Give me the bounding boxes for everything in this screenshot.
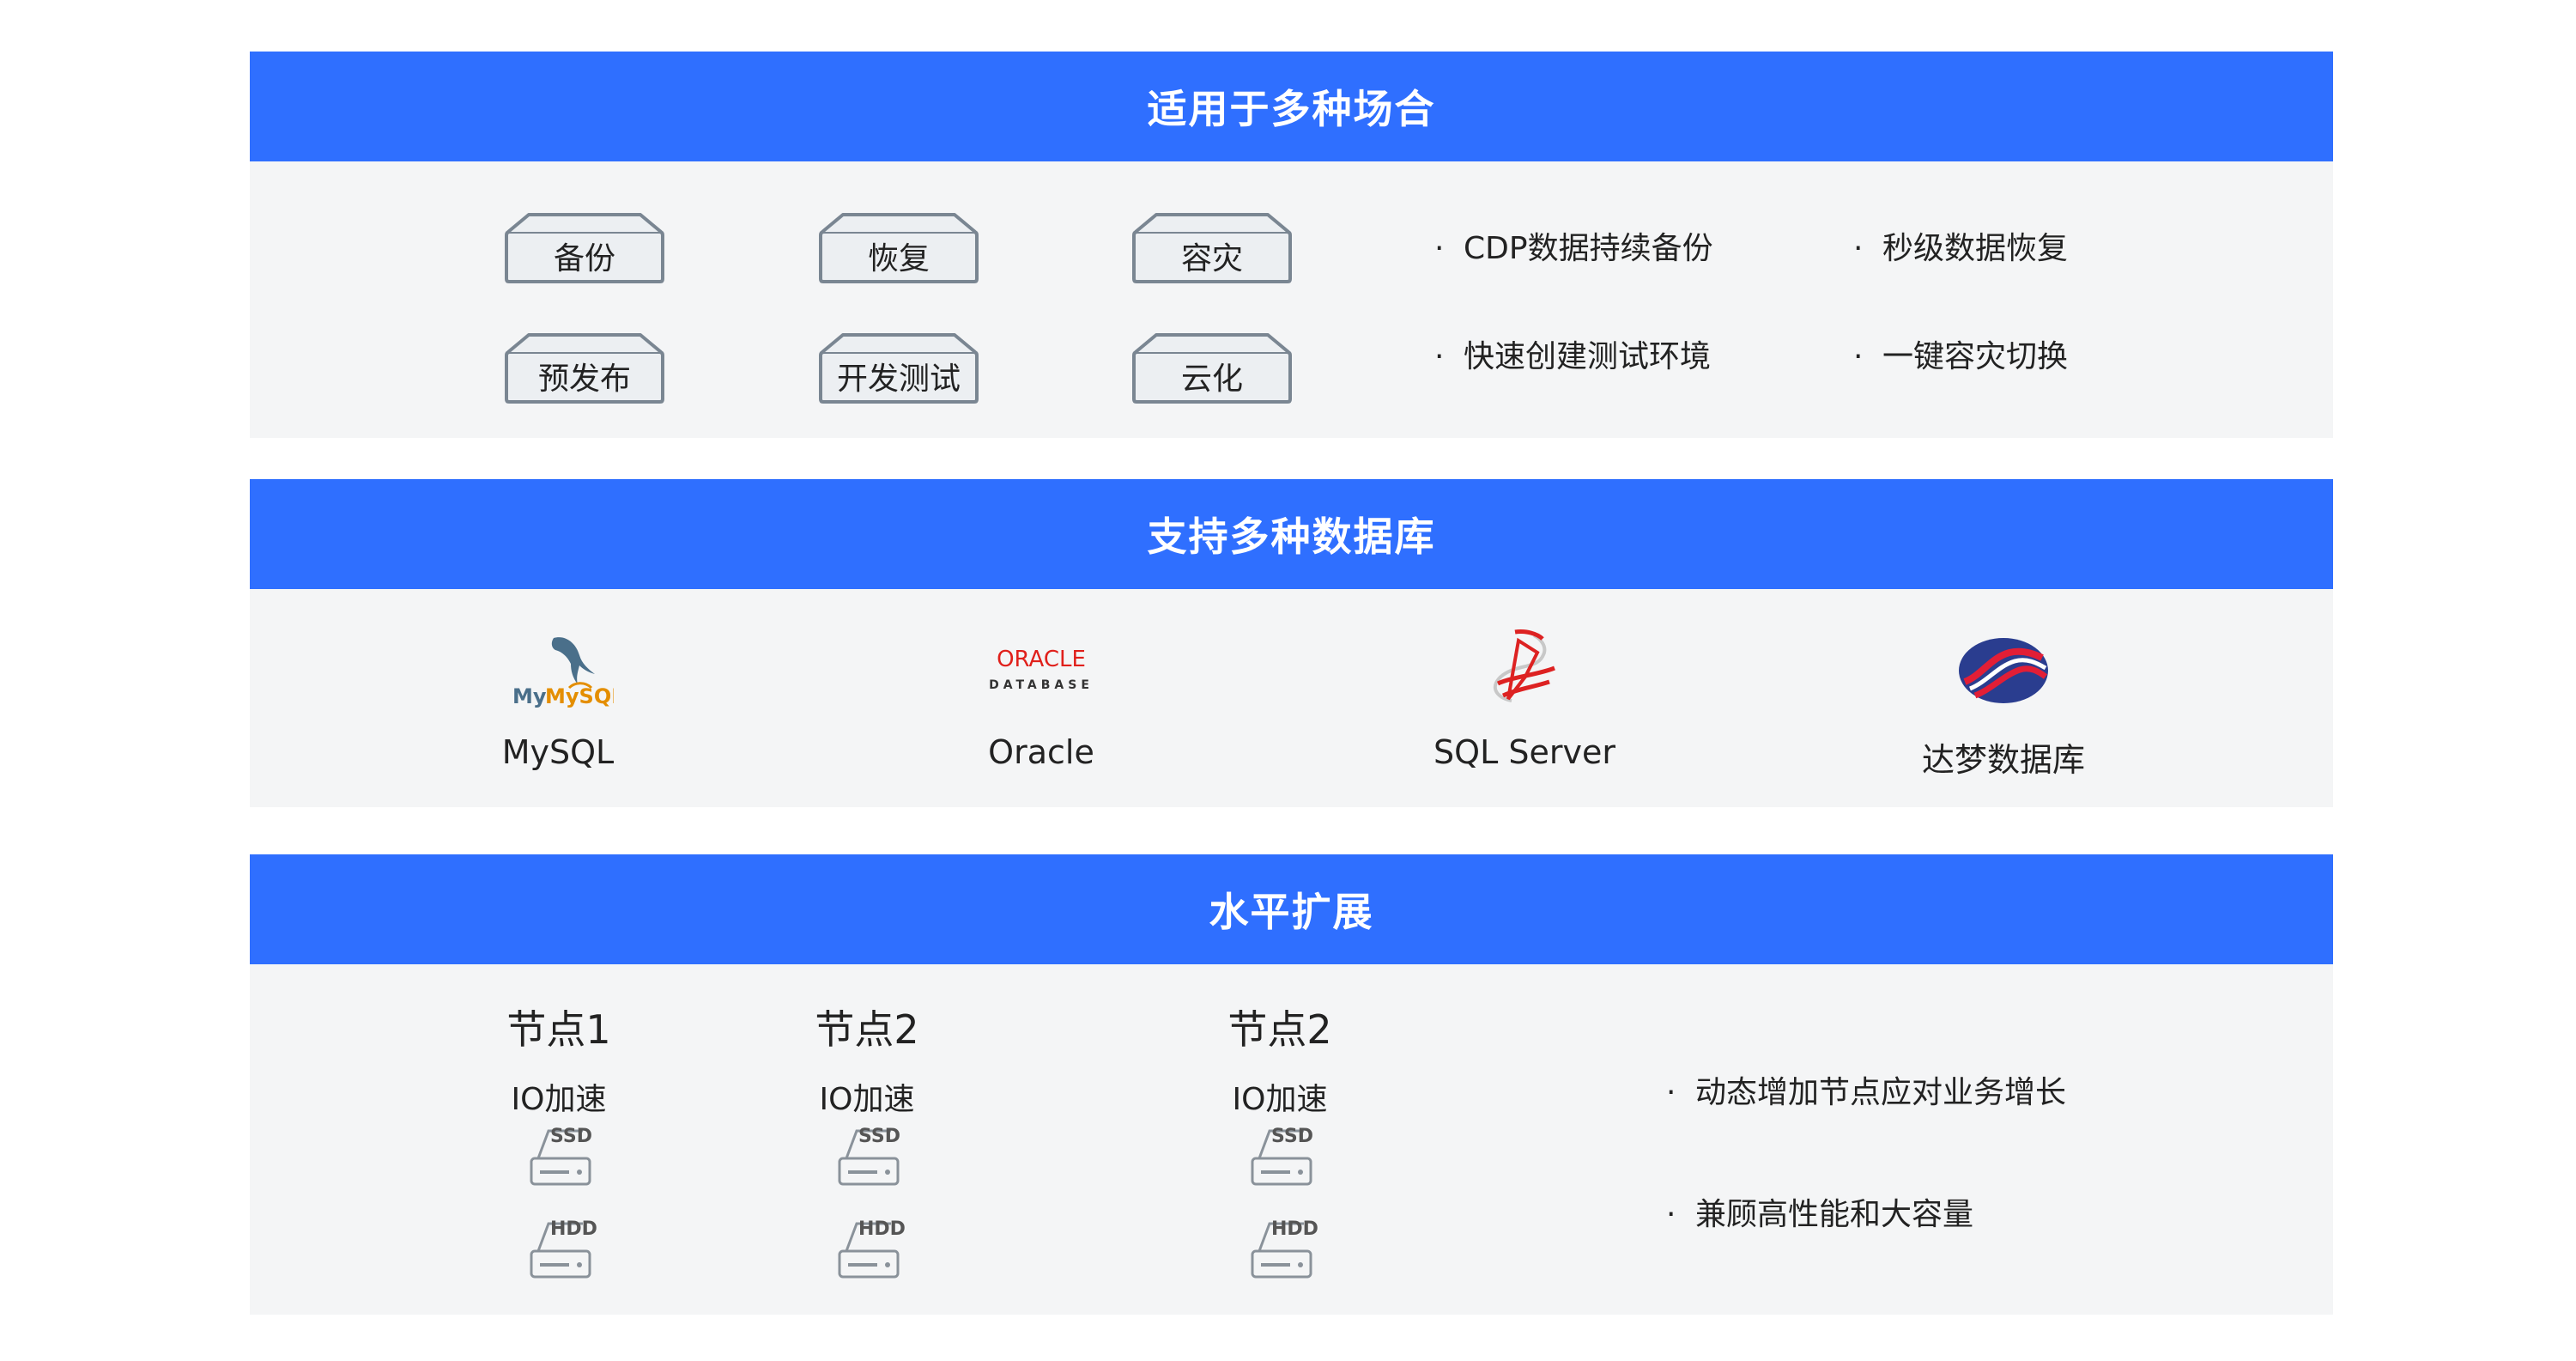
db-name: Oracle xyxy=(988,733,1094,771)
mysql-logo-text: MySQL xyxy=(545,684,614,708)
bullet-item: · 快速创建测试环境 xyxy=(1434,331,1711,376)
node-column: 节点1 IO加速 SSD HDD xyxy=(464,964,653,1315)
tray-label: 开发测试 xyxy=(836,362,961,397)
bullet-dot: · xyxy=(1434,231,1445,266)
node-title: 节点2 xyxy=(1227,1006,1332,1053)
tray-cloud: 云化 xyxy=(1130,316,1294,404)
node-subtitle: IO加速 xyxy=(819,1082,915,1117)
mysql-dolphin-icon: My MySQL xyxy=(429,623,687,718)
databases-panel: My MySQL MySQL ORACLE DATABASE Oracle xyxy=(250,589,2333,807)
tray-label: 云化 xyxy=(1180,362,1243,397)
bullet-text: 秒级数据恢复 xyxy=(1882,231,2069,266)
svg-text:My: My xyxy=(512,684,547,708)
sql-server-logo-icon xyxy=(1396,623,1653,718)
tray-backup: 备份 xyxy=(503,196,666,283)
node-subtitle: IO加速 xyxy=(511,1082,607,1117)
db-mysql: My MySQL MySQL xyxy=(429,589,687,807)
bullet-dot: · xyxy=(1853,231,1864,266)
ssd-drive-icon: SSD xyxy=(838,1126,900,1188)
bullet-item: · 兼顾高性能和大容量 xyxy=(1666,1189,1973,1234)
drive-label: SSD xyxy=(858,1126,900,1147)
dameng-logo-icon xyxy=(1875,623,2132,718)
bullet-item: · 一键容灾切换 xyxy=(1853,331,2068,376)
bullet-dot: · xyxy=(1666,1197,1676,1232)
bullet-text: CDP数据持续备份 xyxy=(1464,231,1713,266)
scaling-section: 水平扩展 节点1 IO加速 SSD HDD 节点2 IO加速 SSD HDD 节… xyxy=(250,854,2333,1315)
scenarios-section: 适用于多种场合 备份 恢复 容灾 预发布 开发测试 云化 · CDP数据持续备份… xyxy=(250,52,2333,438)
db-sql-server: SQL Server xyxy=(1396,589,1653,807)
oracle-logo-text: ORACLE xyxy=(997,647,1086,672)
hdd-drive-icon: HDD xyxy=(530,1218,597,1280)
bullet-text: 一键容灾切换 xyxy=(1882,339,2069,374)
bullet-dot: · xyxy=(1853,339,1864,374)
scenarios-panel: 备份 恢复 容灾 预发布 开发测试 云化 · CDP数据持续备份 · 秒级数据恢… xyxy=(250,161,2333,438)
drive-label: SSD xyxy=(550,1126,592,1147)
node-title: 节点2 xyxy=(815,1006,919,1053)
db-oracle: ORACLE DATABASE Oracle xyxy=(912,589,1170,807)
tray-pre-release: 预发布 xyxy=(503,316,666,404)
db-name: SQL Server xyxy=(1433,733,1615,771)
node-title: 节点1 xyxy=(506,1006,611,1053)
tray-restore: 恢复 xyxy=(817,196,980,283)
node-column: 节点2 IO加速 SSD HDD xyxy=(1185,964,1374,1315)
scenarios-title: 适用于多种场合 xyxy=(250,52,2333,161)
bullet-text: 动态增加节点应对业务增长 xyxy=(1695,1075,2067,1110)
db-dameng: 达梦数据库 xyxy=(1875,589,2132,807)
drive-label: HDD xyxy=(1271,1218,1318,1240)
tray-dev-test: 开发测试 xyxy=(817,316,980,404)
ssd-drive-icon: SSD xyxy=(1251,1126,1313,1188)
hdd-drive-icon: HDD xyxy=(1251,1218,1318,1280)
bullet-dot: · xyxy=(1434,339,1445,374)
db-name: 达梦数据库 xyxy=(1921,741,2085,779)
tray-disaster-recovery: 容灾 xyxy=(1130,196,1294,283)
drive-label: HDD xyxy=(858,1218,906,1240)
bullet-text: 兼顾高性能和大容量 xyxy=(1695,1197,1974,1232)
scaling-panel: 节点1 IO加速 SSD HDD 节点2 IO加速 SSD HDD 节点2 IO… xyxy=(250,964,2333,1315)
ssd-drive-icon: SSD xyxy=(530,1126,592,1188)
tray-label: 恢复 xyxy=(867,241,930,276)
scaling-title: 水平扩展 xyxy=(250,854,2333,964)
drive-label: HDD xyxy=(550,1218,597,1240)
tray-label: 容灾 xyxy=(1180,241,1243,276)
bullet-item: · 动态增加节点应对业务增长 xyxy=(1666,1067,2066,1112)
tray-label: 预发布 xyxy=(537,362,631,397)
oracle-logo-icon: ORACLE DATABASE xyxy=(912,623,1170,718)
databases-title: 支持多种数据库 xyxy=(250,479,2333,589)
drive-label: SSD xyxy=(1271,1126,1313,1147)
hdd-drive-icon: HDD xyxy=(838,1218,906,1280)
databases-section: 支持多种数据库 My MySQL MySQL ORACLE DATABASE O… xyxy=(250,479,2333,807)
bullet-text: 快速创建测试环境 xyxy=(1464,339,1712,374)
bullet-dot: · xyxy=(1666,1075,1676,1110)
tray-label: 备份 xyxy=(553,241,615,276)
oracle-logo-subtext: DATABASE xyxy=(989,678,1094,692)
bullet-item: · CDP数据持续备份 xyxy=(1434,223,1713,268)
node-column: 节点2 IO加速 SSD HDD xyxy=(773,964,961,1315)
db-name: MySQL xyxy=(501,733,615,771)
node-subtitle: IO加速 xyxy=(1232,1082,1328,1117)
bullet-item: · 秒级数据恢复 xyxy=(1853,223,2068,268)
